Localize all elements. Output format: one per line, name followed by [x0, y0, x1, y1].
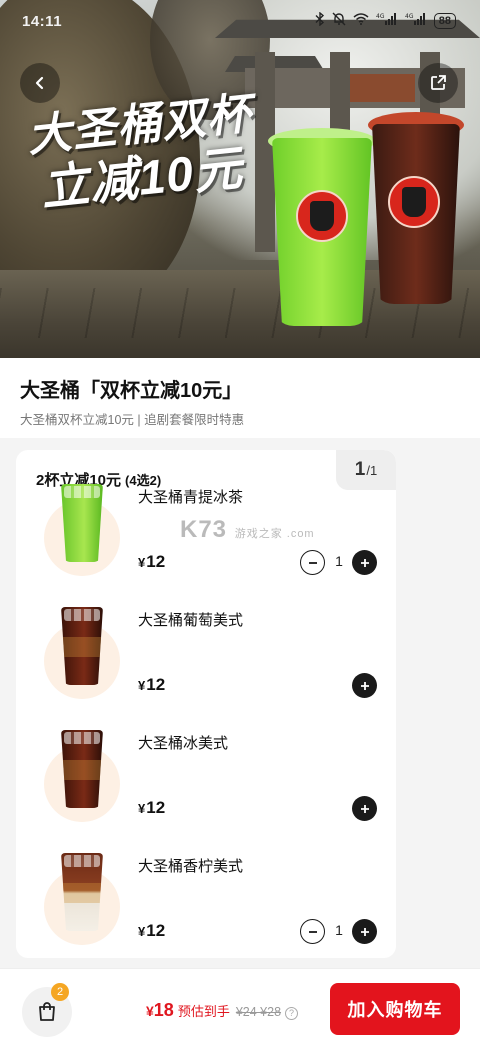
product-price: ¥12 — [138, 921, 166, 940]
total-price: ¥18 — [146, 1000, 174, 1020]
cart-count-badge: 2 — [51, 983, 69, 1001]
status-time: 14:11 — [22, 13, 63, 30]
product-image — [61, 730, 103, 808]
svg-text:4G: 4G — [405, 13, 414, 20]
share-button[interactable] — [418, 63, 458, 103]
add-to-cart-button[interactable]: 加入购物车 — [330, 983, 460, 1035]
status-icons: 4G 4G 88 — [315, 11, 456, 29]
product-name: 大圣桶香柠美式 — [138, 858, 244, 875]
increase-button[interactable] — [352, 796, 377, 821]
signal-icon-1: 4G — [376, 12, 398, 29]
status-bar: 14:11 4G 4G 88 — [0, 11, 480, 34]
bottom-bar: 2 ¥18 预估到手 ¥24 ¥28 ? 加入购物车 — [0, 968, 480, 1058]
list-item[interactable]: 大圣桶葡萄美式 ¥12 — [16, 599, 396, 722]
product-subtitle: 大圣桶双杯立减10元 | 追剧套餐限时特惠 — [20, 413, 245, 427]
list-item[interactable]: 大圣桶香柠美式 ¥12 1 — [16, 845, 396, 958]
bluetooth-icon — [315, 11, 325, 29]
product-name: 大圣桶葡萄美式 — [138, 612, 244, 629]
product-price: ¥12 — [138, 675, 166, 694]
plus-icon — [360, 558, 369, 567]
product-name: 大圣桶冰美式 — [138, 735, 229, 752]
wifi-icon — [353, 13, 369, 28]
hero-cup-logo — [296, 190, 348, 242]
share-external-icon — [431, 75, 446, 90]
back-button[interactable] — [20, 63, 60, 103]
cart-button[interactable]: 2 — [22, 983, 72, 1037]
product-image — [61, 853, 103, 931]
quantity-value: 1 — [335, 553, 343, 569]
price-summary: ¥18 预估到手 ¥24 ¥28 ? — [146, 1000, 299, 1021]
decrease-button[interactable] — [300, 550, 325, 575]
minus-icon — [308, 561, 317, 564]
product-price: ¥12 — [138, 552, 166, 571]
product-header: 大圣桶「双杯立减10元」 大圣桶双杯立减10元 | 追剧套餐限时特惠 — [0, 358, 480, 438]
battery-indicator: 88 — [433, 12, 456, 29]
increase-button[interactable] — [352, 673, 377, 698]
increase-button[interactable] — [352, 919, 377, 944]
shopping-bag-icon — [39, 1002, 55, 1021]
total-label: 预估到手 — [177, 1004, 230, 1019]
mute-icon — [332, 12, 346, 29]
product-title: 大圣桶「双杯立减10元」 — [20, 380, 243, 402]
original-price: ¥24 ¥28 — [235, 1005, 282, 1019]
svg-text:4G: 4G — [376, 13, 385, 20]
quantity-value: 1 — [335, 922, 343, 938]
decrease-button[interactable] — [300, 919, 325, 944]
plus-icon — [360, 681, 369, 690]
product-price: ¥12 — [138, 798, 166, 817]
product-name: 大圣桶青提冰茶 — [138, 489, 244, 506]
chevron-left-icon — [35, 76, 44, 90]
minus-icon — [308, 930, 317, 933]
product-image — [61, 484, 103, 562]
plus-icon — [360, 804, 369, 813]
increase-button[interactable] — [352, 550, 377, 575]
product-image — [61, 607, 103, 685]
plus-icon — [360, 927, 369, 936]
hero-cup-logo — [388, 176, 440, 228]
info-icon[interactable]: ? — [285, 1007, 299, 1020]
hero-banner: 14:11 4G 4G 88 大圣桶双杯 立减10元 — [0, 0, 480, 358]
watermark: K73 游戏之家 .com — [180, 516, 315, 543]
signal-icon-2: 4G — [405, 12, 427, 29]
list-item[interactable]: 大圣桶冰美式 ¥12 — [16, 722, 396, 845]
